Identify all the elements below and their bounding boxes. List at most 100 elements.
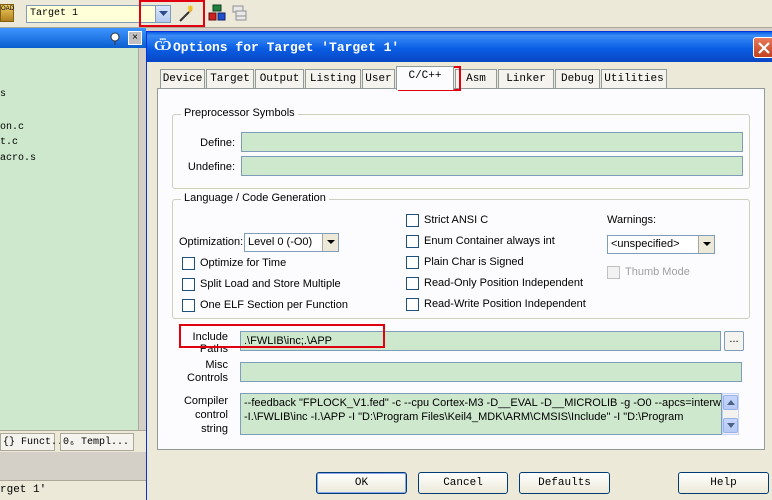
split-load-store-label: Split Load and Store Multiple bbox=[200, 278, 341, 290]
tab-device[interactable]: Device bbox=[160, 69, 205, 89]
rwpi-checkbox[interactable] bbox=[406, 298, 419, 311]
manage-components-button[interactable] bbox=[208, 4, 228, 24]
project-file[interactable]: s bbox=[0, 89, 6, 100]
scroll-up-button[interactable] bbox=[723, 395, 738, 410]
target-options-button[interactable] bbox=[176, 4, 196, 24]
project-panel-header: × bbox=[0, 28, 146, 48]
define-field[interactable] bbox=[241, 132, 743, 152]
compiler-control-string[interactable]: --feedback "FPLOCK_V1.fed" -c --cpu Cort… bbox=[240, 393, 722, 435]
keil-icon: Ѿ bbox=[154, 39, 172, 54]
target-select-dropdown-button[interactable] bbox=[155, 5, 171, 23]
strict-ansi-label: Strict ANSI C bbox=[424, 214, 489, 226]
file-extensions-button[interactable] bbox=[231, 4, 251, 24]
load-icon-text: OAD bbox=[1, 6, 15, 12]
compiler-control-line-1: --feedback "FPLOCK_V1.fed" -c --cpu Cort… bbox=[244, 397, 722, 409]
project-file[interactable]: acro.s bbox=[0, 153, 36, 164]
preprocessor-group-title: Preprocessor Symbols bbox=[181, 107, 298, 119]
compiler-control-scrollbar[interactable] bbox=[722, 393, 739, 435]
optimize-time-label: Optimize for Time bbox=[200, 257, 287, 269]
enum-container-checkbox[interactable] bbox=[406, 235, 419, 248]
thumb-mode-checkbox bbox=[607, 266, 620, 279]
compiler-control-line-2: -I.\FWLIB\inc -I.\APP -I "D:\Program Fil… bbox=[244, 411, 684, 423]
close-icon bbox=[758, 42, 770, 54]
ok-button[interactable]: OK bbox=[316, 472, 407, 494]
language-group-title: Language / Code Generation bbox=[181, 192, 329, 204]
c-cpp-tab-page: Preprocessor Symbols Define: Undefine: L… bbox=[157, 88, 765, 450]
tab-linker[interactable]: Linker bbox=[498, 69, 554, 89]
chevron-down-icon bbox=[327, 240, 335, 244]
dialog-close-button[interactable] bbox=[753, 37, 772, 58]
chevron-down-icon bbox=[727, 423, 735, 428]
optimization-label: Optimization: bbox=[179, 236, 244, 248]
project-panel-tabs: {} Funct... 0₆ Templ... bbox=[0, 430, 146, 452]
compiler-control-label-1: Compiler bbox=[183, 395, 228, 407]
preprocessor-group: Preprocessor Symbols Define: Undefine: bbox=[172, 107, 750, 189]
include-paths-browse-button[interactable]: ... bbox=[724, 331, 744, 351]
chevron-up-icon bbox=[727, 400, 735, 405]
chevron-down-icon bbox=[159, 11, 168, 16]
warnings-dropdown-arrow[interactable] bbox=[698, 236, 714, 253]
templates-tab-icon: 0₆ bbox=[63, 437, 76, 448]
plain-char-signed-checkbox[interactable] bbox=[406, 256, 419, 269]
load-icon[interactable]: OAD bbox=[0, 4, 14, 22]
ropi-label: Read-Only Position Independent bbox=[424, 277, 583, 289]
components-icon bbox=[208, 4, 226, 21]
misc-controls-field[interactable] bbox=[240, 362, 742, 382]
one-elf-section-label: One ELF Section per Function bbox=[200, 299, 348, 311]
include-paths-field[interactable]: .\FWLIB\inc;.\APP bbox=[240, 331, 721, 351]
target-select[interactable]: Target 1 bbox=[26, 5, 156, 23]
undefine-field[interactable] bbox=[241, 156, 743, 176]
compiler-control-label-2: control bbox=[194, 409, 228, 421]
tab-output[interactable]: Output bbox=[255, 69, 304, 89]
tab-utilities[interactable]: Utilities bbox=[601, 69, 667, 89]
warnings-label: Warnings: bbox=[607, 214, 657, 226]
pin-icon[interactable] bbox=[108, 31, 122, 45]
include-paths-label-1: Include bbox=[192, 331, 228, 343]
optimization-value: Level 0 (-O0) bbox=[248, 236, 313, 248]
stacked-windows-icon bbox=[232, 5, 247, 21]
split-load-store-checkbox[interactable] bbox=[182, 278, 195, 291]
cancel-button[interactable]: Cancel bbox=[418, 472, 508, 494]
thumb-mode-label: Thumb Mode bbox=[625, 266, 690, 278]
chevron-down-icon bbox=[703, 242, 711, 246]
project-panel-scrollbar[interactable] bbox=[138, 48, 146, 430]
optimize-time-checkbox[interactable] bbox=[182, 257, 195, 270]
project-panel-close-button[interactable]: × bbox=[128, 31, 142, 45]
defaults-button[interactable]: Defaults bbox=[519, 472, 610, 494]
dialog-titlebar[interactable]: Ѿ Options for Target 'Target 1' bbox=[147, 32, 772, 62]
include-paths-label-2: Paths bbox=[199, 343, 228, 355]
one-elf-section-checkbox[interactable] bbox=[182, 299, 195, 312]
tab-templates[interactable]: 0₆ Templ... bbox=[60, 433, 134, 451]
warnings-select[interactable]: <unspecified> bbox=[607, 235, 715, 254]
build-output-status: rget 1' bbox=[0, 480, 146, 500]
options-dialog: Ѿ Options for Target 'Target 1' Device T… bbox=[146, 31, 772, 500]
templates-tab-label: Templ... bbox=[81, 437, 130, 448]
scroll-down-button[interactable] bbox=[723, 418, 738, 433]
ropi-checkbox[interactable] bbox=[406, 277, 419, 290]
project-file[interactable]: on.c bbox=[0, 122, 24, 133]
tab-asm[interactable]: Asm bbox=[455, 69, 497, 89]
tab-target[interactable]: Target bbox=[206, 69, 254, 89]
misc-controls-label-2: Controls bbox=[187, 372, 228, 384]
warnings-value: <unspecified> bbox=[611, 238, 680, 250]
rwpi-label: Read-Write Position Independent bbox=[424, 298, 586, 310]
toolbar-separator bbox=[203, 4, 205, 24]
optimization-dropdown-arrow[interactable] bbox=[322, 234, 338, 251]
strict-ansi-checkbox[interactable] bbox=[406, 214, 419, 227]
tab-functions[interactable]: {} Funct... bbox=[0, 433, 69, 451]
dialog-title: Options for Target 'Target 1' bbox=[173, 40, 400, 55]
optimization-select[interactable]: Level 0 (-O0) bbox=[244, 233, 339, 252]
functions-tab-icon: {} bbox=[3, 437, 16, 448]
tab-user[interactable]: User bbox=[362, 69, 395, 89]
project-file[interactable]: t.c bbox=[0, 137, 18, 148]
tab-c-cpp[interactable]: C/C++ bbox=[396, 66, 454, 90]
ide-toolbar: OAD Target 1 bbox=[0, 0, 772, 28]
compiler-control-label-3: string bbox=[201, 423, 228, 435]
language-group: Language / Code Generation Optimization:… bbox=[172, 192, 750, 319]
define-label: Define: bbox=[200, 137, 235, 149]
undefine-label: Undefine: bbox=[187, 161, 235, 173]
plain-char-signed-label: Plain Char is Signed bbox=[424, 256, 524, 268]
tab-listing[interactable]: Listing bbox=[305, 69, 361, 89]
help-button[interactable]: Help bbox=[678, 472, 769, 494]
tab-debug[interactable]: Debug bbox=[555, 69, 600, 89]
